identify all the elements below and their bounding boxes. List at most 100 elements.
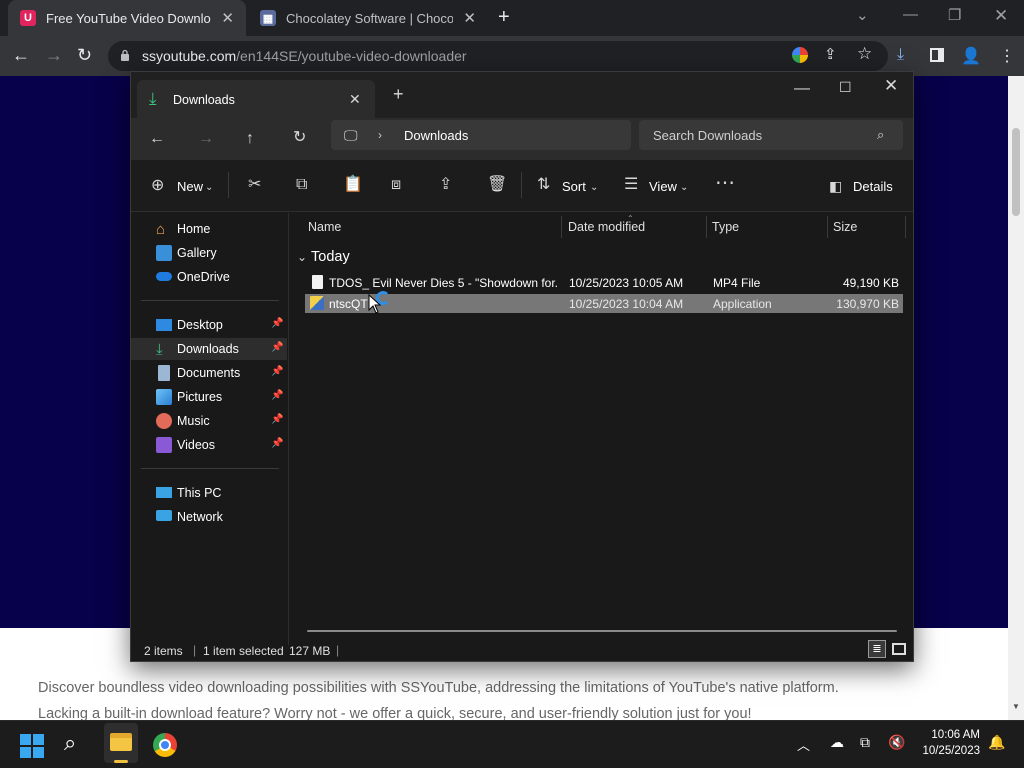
group-header-today[interactable]: Today	[311, 249, 350, 265]
large-icons-view-icon[interactable]	[892, 643, 906, 655]
cut-icon[interactable]: ✂	[248, 176, 261, 194]
browser-tab-ssyoutube[interactable]: U Free YouTube Video Downloader ✕	[8, 0, 246, 36]
nav-item-this-pc[interactable]: This PC	[131, 482, 287, 504]
details-view-icon[interactable]: ≣	[868, 640, 886, 658]
share-icon[interactable]: ⇪	[824, 45, 837, 63]
column-divider[interactable]	[706, 216, 707, 238]
breadcrumb-bar[interactable]: 🖵 › Downloads	[331, 120, 631, 150]
maximize-icon[interactable]: ☐	[839, 78, 852, 96]
sort-button[interactable]: Sort	[562, 179, 586, 194]
horizontal-scrollbar[interactable]	[307, 630, 897, 632]
share-icon[interactable]: ⇪	[439, 176, 452, 194]
new-button[interactable]: New	[177, 179, 203, 194]
nav-divider	[141, 300, 279, 301]
onedrive-status-icon[interactable]: ☁	[830, 734, 844, 751]
nav-item-documents[interactable]: Documents 📌	[131, 362, 287, 384]
paste-icon[interactable]: 📋	[343, 176, 363, 194]
details-pane-icon[interactable]: ◧	[829, 177, 842, 195]
browser-tab-chocolatey[interactable]: ▦ Chocolatey Software | Chocolatey ✕	[248, 0, 488, 36]
taskbar-item-file-explorer[interactable]	[104, 723, 138, 763]
new-plus-icon[interactable]: ⊕	[151, 177, 164, 195]
chevron-down-icon[interactable]: ⌄	[297, 248, 307, 266]
new-tab-button[interactable]: +	[498, 6, 510, 29]
search-icon[interactable]: ⌕	[64, 730, 76, 756]
page-scrollbar[interactable]: ▼	[1008, 76, 1024, 720]
tab-search-chevron-icon[interactable]: ⌄	[856, 6, 869, 24]
search-input[interactable]: Search Downloads ⌕	[639, 120, 903, 150]
nav-item-network[interactable]: Network	[131, 506, 287, 528]
display-icon[interactable]: ⧉	[860, 734, 870, 751]
breadcrumb-item[interactable]: Downloads	[404, 128, 468, 143]
chevron-down-icon[interactable]: ⌄	[205, 179, 213, 197]
chrome-icon[interactable]	[153, 733, 177, 757]
forward-icon[interactable]: →	[45, 44, 63, 66]
delete-icon[interactable]: 🗑	[487, 176, 507, 194]
nav-item-gallery[interactable]: Gallery	[131, 242, 287, 264]
nav-item-onedrive[interactable]: OneDrive	[131, 266, 287, 288]
file-row[interactable]: TDOS_ Evil Never Dies 5 - "Showdown for.…	[305, 273, 903, 292]
reload-icon[interactable]: ↻	[77, 44, 92, 66]
new-tab-button[interactable]: +	[393, 85, 404, 103]
chevron-right-icon[interactable]: ›	[378, 126, 382, 144]
nav-item-downloads[interactable]: ⤓ Downloads 📌	[131, 338, 287, 360]
nav-item-videos[interactable]: Videos 📌	[131, 434, 287, 456]
speaker-muted-icon[interactable]: 🔇	[888, 734, 905, 751]
nav-item-desktop[interactable]: Desktop 📌	[131, 314, 287, 336]
profile-icon[interactable]: 👤	[961, 46, 981, 66]
nav-item-label: Gallery	[177, 246, 217, 260]
view-button[interactable]: View	[649, 179, 677, 194]
rename-icon[interactable]: ⧈	[391, 176, 401, 194]
scrollbar-thumb[interactable]	[1012, 128, 1020, 216]
close-window-icon[interactable]: ✕	[884, 77, 898, 95]
copy-icon[interactable]: ⧉	[296, 176, 307, 194]
clock-time[interactable]: 10:06 AM	[918, 729, 980, 741]
clock-date[interactable]: 10/25/2023	[912, 745, 980, 757]
show-hidden-icons-chevron[interactable]: ︿	[797, 735, 810, 754]
nav-item-label: OneDrive	[177, 270, 230, 284]
forward-icon[interactable]: →	[198, 130, 214, 148]
close-tab-icon[interactable]: ✕	[463, 9, 476, 27]
pin-icon[interactable]: 📌	[271, 366, 283, 377]
chevron-down-icon[interactable]: ⌄	[680, 179, 688, 197]
minimize-icon[interactable]: —	[794, 80, 810, 98]
nav-item-pictures[interactable]: Pictures 📌	[131, 386, 287, 408]
column-divider[interactable]	[561, 216, 562, 238]
pin-icon[interactable]: 📌	[271, 342, 283, 353]
back-icon[interactable]: ←	[12, 44, 30, 66]
pin-icon[interactable]: 📌	[271, 414, 283, 425]
nav-item-home[interactable]: ⌂ Home	[131, 218, 287, 240]
bookmark-star-icon[interactable]: ☆	[857, 44, 872, 64]
minimize-icon[interactable]: —	[903, 6, 918, 23]
view-icon[interactable]: ☰	[624, 176, 638, 194]
pin-icon[interactable]: 📌	[271, 438, 283, 449]
refresh-icon[interactable]: ↻	[293, 129, 306, 147]
explorer-tab-downloads[interactable]: ⤓ Downloads ✕	[137, 80, 375, 118]
details-button[interactable]: Details	[853, 179, 893, 194]
up-icon[interactable]: ↑	[246, 130, 254, 148]
restore-icon[interactable]: ❐	[948, 6, 961, 24]
sort-icon[interactable]: ⇅	[537, 176, 550, 194]
chevron-down-icon[interactable]: ⌄	[590, 179, 598, 197]
back-icon[interactable]: ←	[149, 130, 165, 148]
column-divider[interactable]	[827, 216, 828, 238]
download-arrow-icon: ⤓	[156, 341, 163, 358]
file-row-selected[interactable]: ntscQT 10/25/2023 10:04 AM Application 1…	[305, 294, 903, 313]
pin-icon[interactable]: 📌	[271, 390, 283, 401]
close-window-icon[interactable]: ✕	[994, 6, 1008, 26]
google-lens-icon[interactable]	[792, 47, 808, 63]
scroll-down-arrow-icon[interactable]: ▼	[1012, 702, 1020, 711]
more-options-icon[interactable]: ⋯	[715, 173, 735, 193]
nav-item-music[interactable]: Music 📌	[131, 410, 287, 432]
side-panel-icon[interactable]	[930, 48, 944, 62]
column-divider[interactable]	[905, 216, 906, 238]
notification-bell-icon[interactable]: 🔔	[988, 734, 1005, 751]
menu-kebab-icon[interactable]: ⋮	[999, 46, 1015, 66]
pin-icon[interactable]: 📌	[271, 318, 283, 329]
close-tab-icon[interactable]: ✕	[349, 90, 361, 108]
downloads-icon[interactable]: ⤓	[897, 46, 904, 64]
start-windows-icon[interactable]	[20, 734, 44, 758]
file-name: TDOS_ Evil Never Dies 5 - "Showdown for.…	[329, 276, 557, 290]
close-tab-icon[interactable]: ✕	[221, 9, 234, 27]
address-bar[interactable]: ssyoutube.com/en144SE/youtube-video-down…	[108, 41, 888, 71]
column-header-label: Size	[833, 220, 858, 234]
